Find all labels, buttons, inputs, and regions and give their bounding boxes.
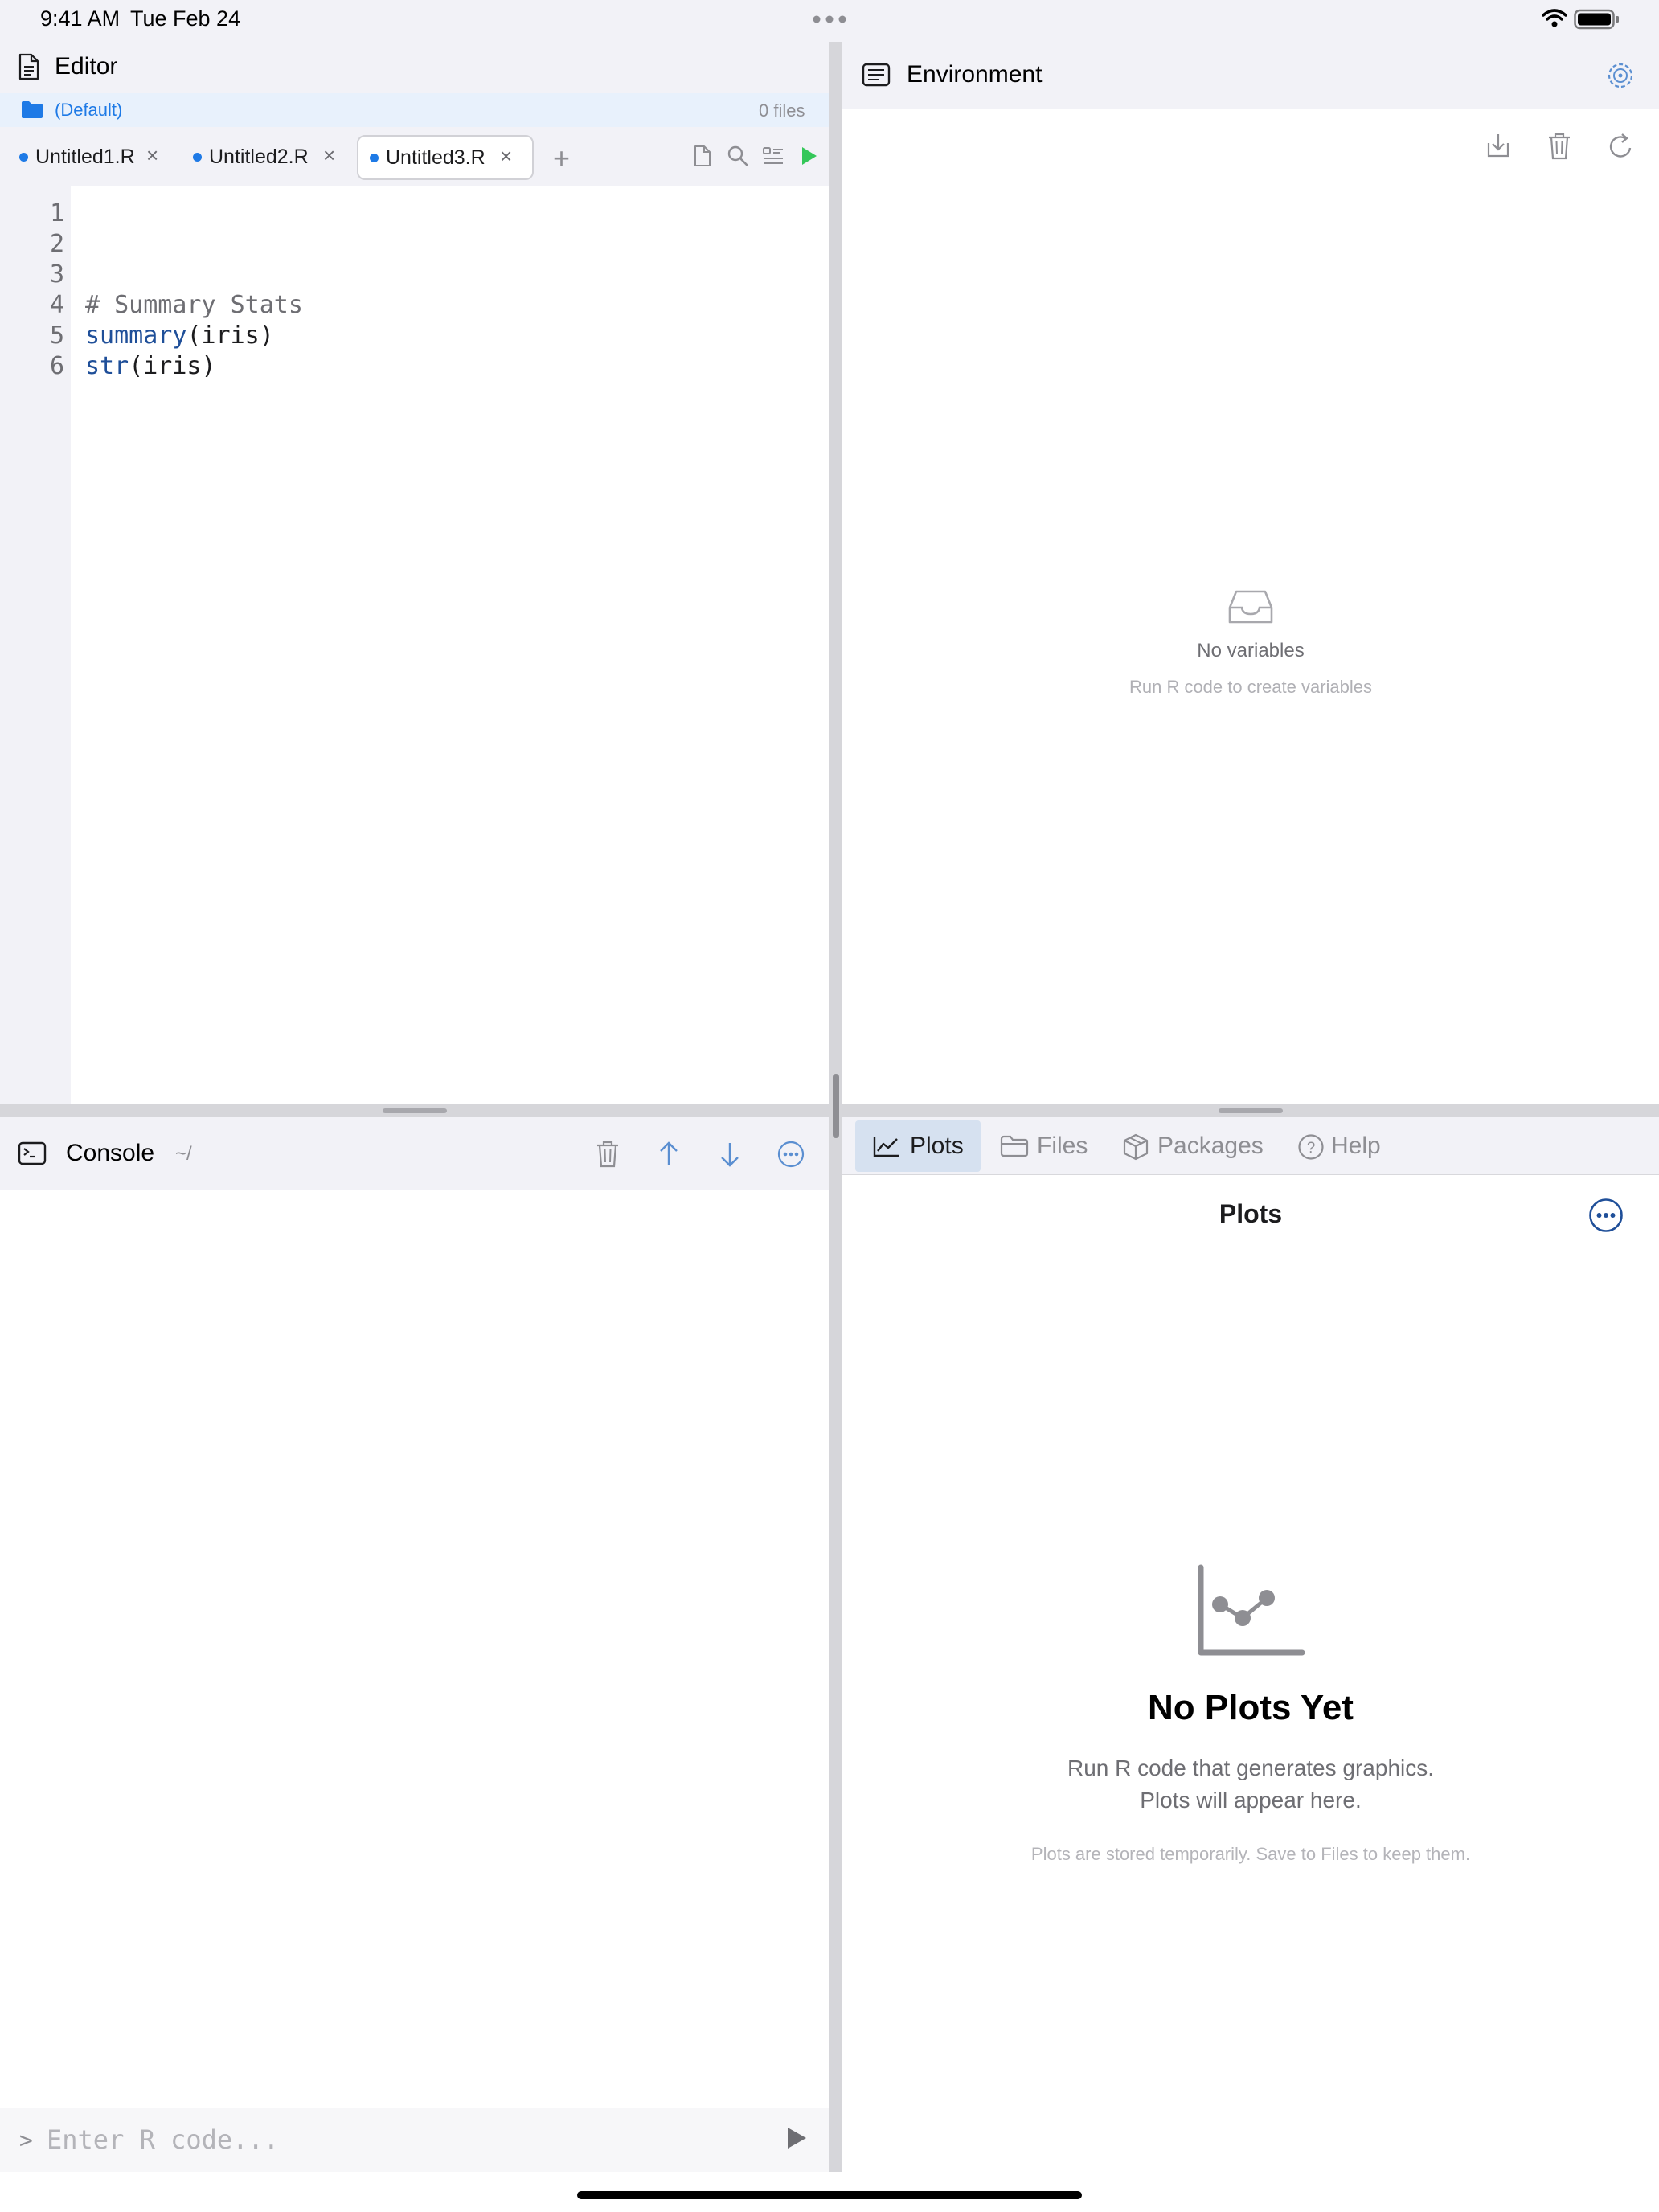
tab-untitled2[interactable]: Untitled2.R × (183, 135, 347, 180)
console-path: ~/ (175, 1143, 192, 1165)
tab-plots[interactable]: Plots (855, 1120, 981, 1172)
line-number: 3 (49, 260, 64, 289)
vertical-drag-handle[interactable] (833, 1074, 839, 1138)
tab-packages[interactable]: Packages (1119, 1120, 1284, 1172)
close-icon[interactable]: × (323, 143, 335, 168)
console-input[interactable] (47, 2120, 770, 2159)
env-plots-splitter[interactable] (842, 1104, 1659, 1117)
file-count: 0 files (759, 100, 805, 121)
trash-icon[interactable] (595, 1140, 621, 1169)
run-icon[interactable] (799, 145, 818, 167)
code-args: (iris) (129, 352, 216, 380)
folder-icon (1000, 1135, 1029, 1157)
chart-placeholder-icon (1198, 1564, 1305, 1656)
tab-untitled1[interactable]: Untitled1.R × (10, 135, 170, 180)
empty-state-line: Plots will appear here. (1140, 1788, 1362, 1813)
empty-state-subtitle: Run R code to create variables (1129, 677, 1373, 697)
svg-text:?: ? (1307, 1140, 1316, 1157)
home-indicator[interactable] (577, 2191, 1082, 2199)
project-name[interactable]: (Default) (55, 100, 122, 121)
plots-title: Plots (1219, 1199, 1283, 1228)
status-date: Tue Feb 24 (130, 6, 241, 31)
document-icon (18, 53, 40, 80)
tab-label: Untitled2.R (209, 145, 309, 168)
help-icon: ? (1297, 1133, 1325, 1161)
editor-title: Editor (55, 53, 118, 80)
empty-state-title: No variables (1197, 640, 1305, 662)
code-args: (iris) (186, 322, 274, 350)
code-function: str (85, 352, 129, 380)
search-icon[interactable] (727, 145, 749, 167)
line-number: 1 (49, 199, 64, 227)
tab-label: Files (1037, 1133, 1088, 1159)
more-icon[interactable] (776, 1140, 805, 1169)
tray-icon (1227, 588, 1275, 625)
code-line-5: summary(iris) (85, 322, 274, 350)
empty-state-line: Run R code that generates graphics. (1067, 1755, 1435, 1780)
close-icon[interactable]: × (500, 144, 512, 169)
arrow-up-icon[interactable] (657, 1140, 680, 1169)
modified-dot (19, 153, 28, 162)
console-title: Console (66, 1140, 155, 1166)
tab-label: Packages (1157, 1133, 1264, 1159)
tab-files[interactable]: Files (993, 1120, 1098, 1172)
console-prompt: > (19, 2127, 33, 2153)
more-icon[interactable] (1588, 1198, 1624, 1233)
drag-handle[interactable] (1219, 1108, 1283, 1113)
battery-icon (1574, 8, 1620, 31)
empty-state-title: No Plots Yet (1148, 1688, 1354, 1727)
tab-label: Untitled1.R (35, 145, 135, 168)
environment-title: Environment (907, 61, 1043, 88)
editor-console-splitter[interactable] (0, 1104, 830, 1117)
settings-icon[interactable] (1606, 61, 1635, 90)
drag-handle[interactable] (383, 1108, 447, 1113)
tab-help[interactable]: ? Help (1294, 1120, 1391, 1172)
modified-dot (370, 154, 379, 162)
code-line-6: str(iris) (85, 352, 216, 380)
modified-dot (193, 153, 202, 162)
package-icon (1122, 1133, 1149, 1161)
refresh-icon[interactable] (1608, 132, 1635, 161)
code-comment: # Summary Stats (85, 291, 303, 319)
terminal-icon (18, 1141, 47, 1165)
tab-label: Help (1331, 1133, 1381, 1159)
chart-icon (873, 1135, 900, 1157)
multitasking-dots-icon[interactable] (812, 11, 847, 27)
import-icon[interactable] (1485, 132, 1511, 159)
code-line-4: # Summary Stats (85, 291, 303, 319)
line-number: 2 (49, 230, 64, 258)
tab-label: Untitled3.R (386, 146, 485, 169)
line-number: 4 (49, 291, 64, 319)
tab-label: Plots (910, 1133, 964, 1159)
tab-untitled3[interactable]: Untitled3.R × (357, 135, 534, 180)
folder-icon (21, 100, 43, 119)
wifi-icon (1542, 8, 1567, 29)
list-icon (862, 63, 891, 87)
trash-icon[interactable] (1546, 132, 1572, 161)
status-time: 9:41 AM (40, 6, 121, 31)
new-file-icon[interactable] (693, 145, 712, 167)
plots-storage-note: Plots are stored temporarily. Save to Fi… (1030, 1844, 1471, 1864)
close-icon[interactable]: × (146, 143, 158, 168)
editor-header (0, 42, 830, 93)
console-output[interactable] (0, 1190, 830, 2108)
code-function: summary (85, 322, 187, 350)
line-number: 6 (49, 352, 64, 380)
arrow-down-icon[interactable] (719, 1140, 741, 1169)
run-console-button[interactable] (784, 2125, 809, 2151)
line-number: 5 (49, 322, 64, 350)
project-bar[interactable] (0, 93, 830, 127)
outline-icon[interactable] (762, 145, 784, 167)
add-tab-button[interactable]: + (553, 141, 570, 175)
